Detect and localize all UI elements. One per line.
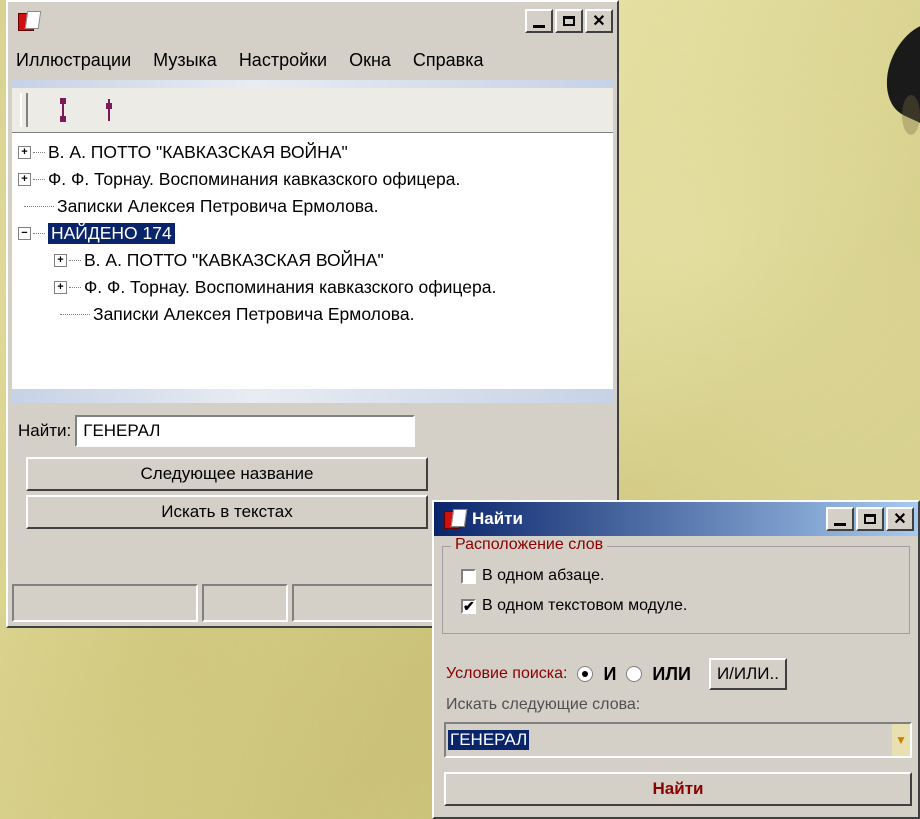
- tree-node-label[interactable]: Ф. Ф. Торнау. Воспоминания кавказского о…: [84, 277, 496, 298]
- toolbar: [12, 88, 613, 133]
- main-titlebar[interactable]: ✕: [8, 2, 617, 40]
- find-button[interactable]: Найти: [444, 772, 912, 806]
- menu-help[interactable]: Справка: [413, 50, 484, 71]
- find-window-controls: ✕: [826, 507, 914, 531]
- tree-connector: [60, 314, 90, 315]
- toolbar-decor: [12, 80, 613, 88]
- condition-label: Условие поиска:: [446, 665, 568, 682]
- option-module[interactable]: ✔ В одном текстовом модуле.: [461, 593, 909, 619]
- expand-icon[interactable]: +: [54, 281, 67, 294]
- tree-node-label[interactable]: Записки Алексея Петровича Ермолова.: [57, 196, 379, 217]
- expand-all-icon[interactable]: [52, 95, 74, 125]
- paragraph-checkbox[interactable]: [461, 568, 476, 584]
- tree-connector: [69, 260, 81, 261]
- app-book-icon: [16, 10, 42, 32]
- status-cell-1: [12, 584, 198, 622]
- tree-bottom-decor: [12, 389, 613, 403]
- tree-node[interactable]: + Ф. Ф. Торнау. Воспоминания кавказского …: [18, 166, 613, 193]
- collapse-icon[interactable]: −: [18, 227, 31, 240]
- next-title-button[interactable]: Следующее название: [26, 457, 428, 491]
- tree-connector: [33, 233, 45, 234]
- search-texts-button[interactable]: Искать в текстах: [26, 495, 428, 529]
- word-placement-group: Расположение слов В одном абзаце. ✔ В од…: [442, 536, 910, 634]
- toolbar-grip[interactable]: [20, 93, 28, 127]
- maximize-button[interactable]: [555, 9, 583, 33]
- module-checkbox[interactable]: ✔: [461, 598, 476, 614]
- or-radio[interactable]: [626, 666, 643, 682]
- expand-icon[interactable]: +: [18, 173, 31, 186]
- find-input[interactable]: ГЕНЕРАЛ: [75, 415, 416, 447]
- search-condition-row: Условие поиска: И ИЛИ И/ИЛИ..: [446, 658, 918, 690]
- dropdown-arrow-icon[interactable]: ▼: [892, 724, 910, 756]
- and-radio[interactable]: [577, 666, 594, 682]
- word-placement-title: Расположение слов: [451, 536, 608, 554]
- decorative-shadow: [902, 95, 920, 135]
- minimize-button[interactable]: [525, 9, 553, 33]
- find-titlebar[interactable]: Найти ✕: [434, 502, 918, 536]
- find-label: Найти:: [18, 421, 72, 440]
- option-paragraph[interactable]: В одном абзаце.: [461, 563, 909, 589]
- paragraph-label: В одном абзаце.: [482, 567, 605, 584]
- tree-node[interactable]: Записки Алексея Петровича Ермолова.: [18, 301, 613, 328]
- menu-windows[interactable]: Окна: [349, 50, 391, 71]
- words-combo[interactable]: ГЕНЕРАЛ ▼: [444, 722, 912, 758]
- tree-node-label[interactable]: В. А. ПОТТО "КАВКАЗСКАЯ ВОЙНА": [84, 250, 384, 271]
- tree-node[interactable]: + В. А. ПОТТО "КАВКАЗСКАЯ ВОЙНА": [18, 139, 613, 166]
- or-label[interactable]: ИЛИ: [652, 664, 691, 685]
- find-minimize-button[interactable]: [826, 507, 854, 531]
- find-window-title: Найти: [472, 509, 523, 528]
- close-button[interactable]: ✕: [585, 9, 613, 33]
- find-close-button[interactable]: ✕: [886, 507, 914, 531]
- tree-node[interactable]: + В. А. ПОТТО "КАВКАЗСКАЯ ВОЙНА": [18, 247, 613, 274]
- collapse-all-icon[interactable]: [98, 95, 120, 125]
- module-label: В одном текстовом модуле.: [482, 597, 688, 614]
- menu-bar: Иллюстрации Музыка Настройки Окна Справк…: [8, 40, 617, 80]
- book-tree[interactable]: + В. А. ПОТТО "КАВКАЗСКАЯ ВОЙНА" + Ф. Ф. То…: [12, 133, 613, 389]
- find-window: Найти ✕ Расположение слов В одном абзаце…: [432, 500, 920, 819]
- and-or-button[interactable]: И/ИЛИ..: [708, 658, 787, 690]
- find-maximize-button[interactable]: [856, 507, 884, 531]
- tree-connector: [33, 152, 45, 153]
- tree-node[interactable]: − НАЙДЕНО 174: [18, 220, 613, 247]
- menu-music[interactable]: Музыка: [153, 50, 217, 71]
- find-app-icon: [442, 508, 468, 530]
- menu-settings[interactable]: Настройки: [239, 50, 327, 71]
- tree-connector: [33, 179, 45, 180]
- words-value[interactable]: ГЕНЕРАЛ: [448, 730, 530, 750]
- tree-node[interactable]: + Ф. Ф. Торнау. Воспоминания кавказского …: [18, 274, 613, 301]
- window-controls: ✕: [525, 9, 613, 33]
- tree-connector: [24, 206, 54, 207]
- words-label: Искать следующие слова:: [446, 696, 641, 713]
- tree-node[interactable]: Записки Алексея Петровича Ермолова.: [18, 193, 613, 220]
- tree-node-label[interactable]: В. А. ПОТТО "КАВКАЗСКАЯ ВОЙНА": [48, 142, 348, 163]
- status-cell-2: [202, 584, 288, 622]
- expand-icon[interactable]: +: [54, 254, 67, 267]
- expand-icon[interactable]: +: [18, 146, 31, 159]
- tree-connector: [69, 287, 81, 288]
- tree-node-label[interactable]: НАЙДЕНО 174: [48, 223, 175, 244]
- tree-node-label[interactable]: Ф. Ф. Торнау. Воспоминания кавказского о…: [48, 169, 460, 190]
- menu-illustrations[interactable]: Иллюстрации: [16, 50, 131, 71]
- and-label[interactable]: И: [603, 664, 616, 685]
- tree-node-label[interactable]: Записки Алексея Петровича Ермолова.: [93, 304, 415, 325]
